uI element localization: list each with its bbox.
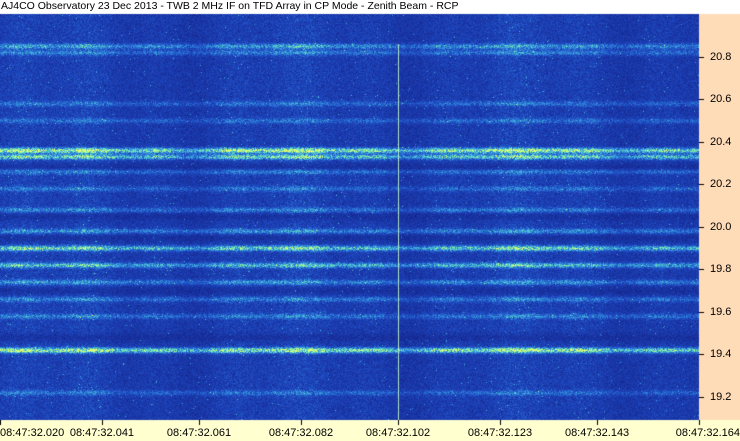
spectrogram-plot [0,0,740,441]
